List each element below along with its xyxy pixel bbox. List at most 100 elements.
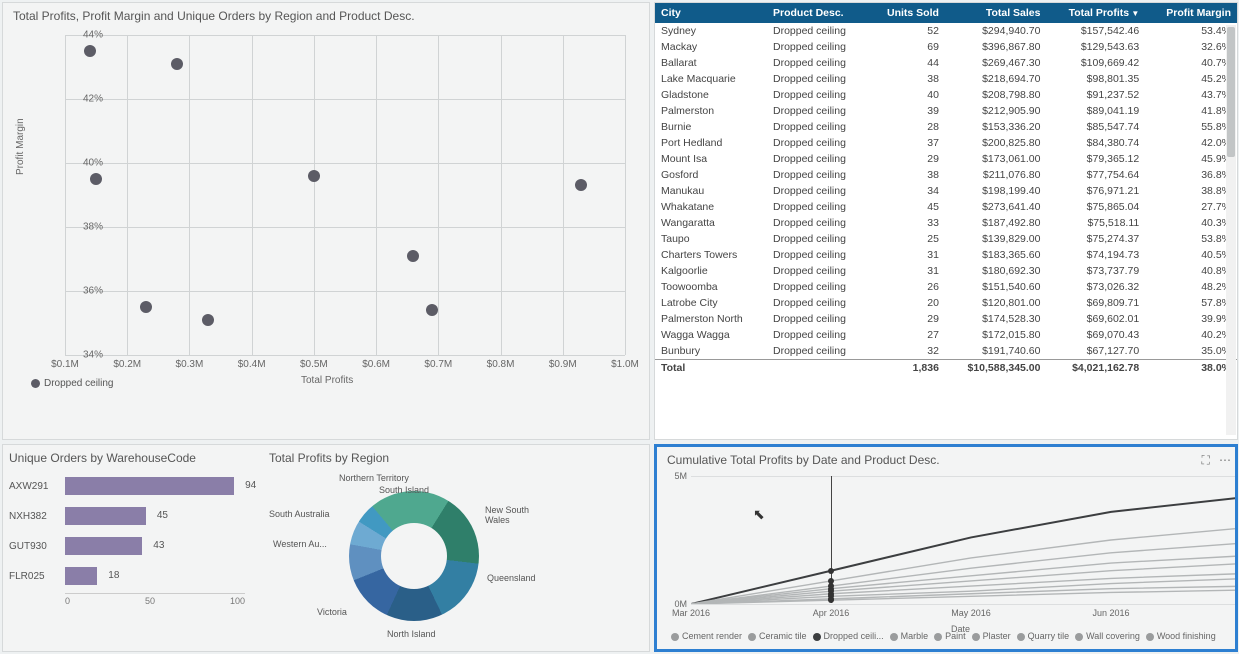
scatter-point[interactable] — [426, 304, 438, 316]
table-row[interactable]: Mount IsaDropped ceiling29$173,061.00$79… — [655, 151, 1237, 167]
line-legend-item[interactable]: Marble — [890, 631, 929, 641]
line-legend-item[interactable]: Wood finishing — [1146, 631, 1216, 641]
donut-label[interactable]: New South Wales — [485, 505, 549, 525]
bar-value: 94 — [245, 477, 256, 495]
table-row[interactable]: GosfordDropped ceiling38$211,076.80$77,7… — [655, 167, 1237, 183]
bar-axis: 050100 — [65, 593, 245, 606]
scrollbar-thumb[interactable] — [1227, 27, 1235, 157]
bar-row[interactable]: AXW29194 — [9, 473, 259, 499]
table-row[interactable]: TaupoDropped ceiling25$139,829.00$75,274… — [655, 231, 1237, 247]
col-header[interactable]: City — [655, 3, 767, 23]
bar[interactable]: 18 — [65, 567, 97, 585]
table-row[interactable]: BurnieDropped ceiling28$153,336.20$85,54… — [655, 119, 1237, 135]
x-tick: $0.1M — [40, 359, 90, 370]
line-xlabel: Date — [951, 624, 970, 634]
line-legend-item[interactable]: Wall covering — [1075, 631, 1140, 641]
x-tick: $0.9M — [538, 359, 588, 370]
bar[interactable]: 43 — [65, 537, 142, 555]
table-row[interactable]: PalmerstonDropped ceiling39$212,905.90$8… — [655, 103, 1237, 119]
donut-label[interactable]: Western Au... — [273, 539, 327, 549]
donut-label[interactable]: South Island — [379, 485, 429, 495]
bar-label: NXH382 — [9, 511, 65, 522]
bar-title: Unique Orders by WarehouseCode — [9, 451, 259, 465]
more-options-icon[interactable]: ⋯ — [1219, 453, 1231, 467]
data-table: CityProduct Desc.Units SoldTotal SalesTo… — [655, 3, 1237, 376]
table-row[interactable]: Charters TowersDropped ceiling31$183,365… — [655, 247, 1237, 263]
line-legend-item[interactable]: Dropped ceili... — [813, 631, 884, 641]
y-tick: 40% — [63, 158, 103, 169]
bar-label: AXW291 — [9, 481, 65, 492]
col-header[interactable]: Total Sales — [945, 3, 1047, 23]
bar[interactable]: 94 — [65, 477, 234, 495]
table-scroll[interactable]: CityProduct Desc.Units SoldTotal SalesTo… — [655, 3, 1237, 439]
donut-label[interactable]: North Island — [387, 629, 436, 639]
bar[interactable]: 45 — [65, 507, 146, 525]
line-xtick: May 2016 — [951, 608, 991, 618]
table-row[interactable]: WhakataneDropped ceiling45$273,641.40$75… — [655, 199, 1237, 215]
scrollbar[interactable] — [1226, 25, 1236, 435]
scatter-point[interactable] — [90, 173, 102, 185]
table-header-row: CityProduct Desc.Units SoldTotal SalesTo… — [655, 3, 1237, 23]
table-row[interactable]: KalgoorlieDropped ceiling31$180,692.30$7… — [655, 263, 1237, 279]
scatter-point[interactable] — [407, 250, 419, 262]
col-header[interactable]: Total Profits — [1047, 3, 1146, 23]
line-legend-item[interactable]: Cement render — [671, 631, 742, 641]
scatter-point[interactable] — [171, 58, 183, 70]
table-row[interactable]: ToowoombaDropped ceiling26$151,540.60$73… — [655, 279, 1237, 295]
x-tick: $0.3M — [164, 359, 214, 370]
table-row[interactable]: Latrobe CityDropped ceiling20$120,801.00… — [655, 295, 1237, 311]
line-legend-item[interactable]: Quarry tile — [1017, 631, 1070, 641]
table-total-row: Total1,836$10,588,345.00$4,021,162.7838.… — [655, 360, 1237, 377]
data-table-card: CityProduct Desc.Units SoldTotal SalesTo… — [654, 2, 1238, 440]
x-tick: $0.5M — [289, 359, 339, 370]
x-tick: $0.8M — [476, 359, 526, 370]
col-header[interactable]: Units Sold — [869, 3, 945, 23]
donut-label[interactable]: Victoria — [317, 607, 347, 617]
bar-value: 43 — [153, 537, 164, 555]
scatter-xlabel: Total Profits — [301, 375, 353, 386]
col-header[interactable]: Product Desc. — [767, 3, 869, 23]
line-legend-item[interactable]: Ceramic tile — [748, 631, 807, 641]
line-plot[interactable]: ⬉ 0M5MMar 2016Apr 2016May 2016Jun 2016Da… — [691, 475, 1238, 603]
line-toolbar: ⛶ ⋯ — [1196, 453, 1231, 468]
line-card: Cumulative Total Profits by Date and Pro… — [654, 444, 1238, 652]
table-row[interactable]: BunburyDropped ceiling32$191,740.60$67,1… — [655, 343, 1237, 360]
donut-label[interactable]: Northern Territory — [339, 473, 409, 483]
scatter-point[interactable] — [84, 45, 96, 57]
scatter-plot[interactable]: 34%36%38%40%42%44% Profit Margin Total P… — [21, 25, 641, 395]
y-tick: 42% — [63, 94, 103, 105]
bar-value: 18 — [108, 567, 119, 585]
x-tick: $0.2M — [102, 359, 152, 370]
table-row[interactable]: BallaratDropped ceiling44$269,467.30$109… — [655, 55, 1237, 71]
bar-row[interactable]: NXH38245 — [9, 503, 259, 529]
donut-chart[interactable]: Northern Territory South Island New Sout… — [269, 473, 549, 643]
bar-row[interactable]: FLR02518 — [9, 563, 259, 589]
donut-label[interactable]: South Australia — [269, 509, 330, 519]
focus-mode-icon[interactable]: ⛶ — [1202, 453, 1210, 467]
line-xtick: Mar 2016 — [672, 608, 710, 618]
donut-label[interactable]: Queensland — [487, 573, 536, 583]
col-header[interactable]: Profit Margin — [1145, 3, 1237, 23]
bar-row[interactable]: GUT93043 — [9, 533, 259, 559]
line-legend-item[interactable]: Plaster — [972, 631, 1011, 641]
scatter-point[interactable] — [140, 301, 152, 313]
table-row[interactable]: Port HedlandDropped ceiling37$200,825.80… — [655, 135, 1237, 151]
table-row[interactable]: SydneyDropped ceiling52$294,940.70$157,5… — [655, 23, 1237, 39]
scatter-point[interactable] — [202, 314, 214, 326]
bar-chart[interactable]: AXW29194NXH38245GUT93043FLR02518050100 — [9, 473, 259, 606]
line-legend: Cement render Ceramic tile Dropped ceili..… — [661, 631, 1231, 641]
table-row[interactable]: Palmerston NorthDropped ceiling29$174,52… — [655, 311, 1237, 327]
table-row[interactable]: Lake MacquarieDropped ceiling38$218,694.… — [655, 71, 1237, 87]
table-row[interactable]: ManukauDropped ceiling34$198,199.40$76,9… — [655, 183, 1237, 199]
line-ytick: 5M — [665, 471, 687, 481]
table-row[interactable]: MackayDropped ceiling69$396,867.80$129,5… — [655, 39, 1237, 55]
table-row[interactable]: Wagga WaggaDropped ceiling27$172,015.80$… — [655, 327, 1237, 343]
line-xtick: Apr 2016 — [813, 608, 850, 618]
scatter-point[interactable] — [575, 179, 587, 191]
x-tick: $0.7M — [413, 359, 463, 370]
bar-label: GUT930 — [9, 541, 65, 552]
scatter-legend[interactable]: Dropped ceiling — [31, 378, 114, 389]
table-row[interactable]: GladstoneDropped ceiling40$208,798.80$91… — [655, 87, 1237, 103]
scatter-point[interactable] — [308, 170, 320, 182]
table-row[interactable]: WangarattaDropped ceiling33$187,492.80$7… — [655, 215, 1237, 231]
